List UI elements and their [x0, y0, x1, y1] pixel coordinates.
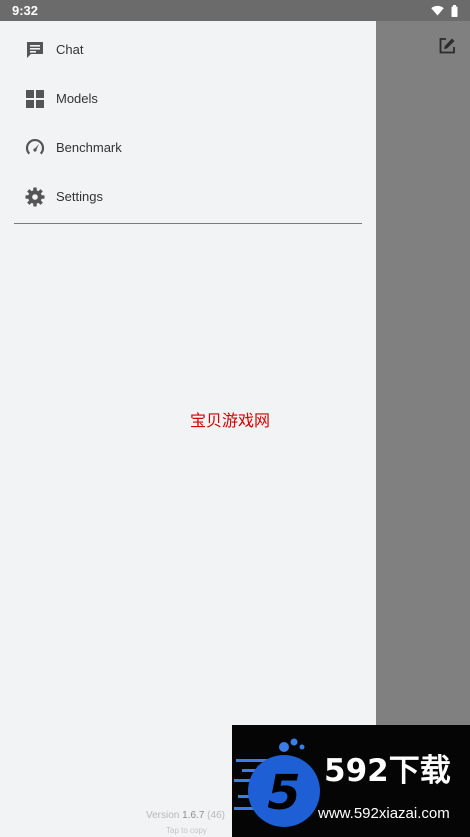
banner-title: 592下载	[324, 753, 451, 789]
banner-logo: 5	[234, 738, 320, 827]
banner-url: www.592xiazai.com	[318, 805, 450, 822]
nav-item-settings[interactable]: Settings	[0, 172, 376, 221]
edit-icon	[439, 38, 455, 54]
wifi-icon	[431, 5, 444, 16]
battery-icon	[451, 4, 458, 17]
speedometer-icon	[24, 137, 46, 159]
nav-item-label: Settings	[56, 189, 103, 204]
site-banner: 5 592下载 www.592xiazai.com	[232, 725, 470, 837]
nav-item-label: Chat	[56, 42, 84, 57]
nav-item-benchmark[interactable]: Benchmark	[0, 123, 376, 172]
nav-item-models[interactable]: Models	[0, 74, 376, 123]
new-chat-button[interactable]	[436, 35, 458, 57]
drawer-divider	[14, 223, 362, 224]
nav-item-chat[interactable]: Chat	[0, 25, 376, 74]
status-icons	[431, 4, 458, 17]
screen: 9:32 Chat Models Benchmark Settings 宝贝游戏…	[0, 0, 470, 837]
gear-icon	[24, 186, 46, 208]
navigation-drawer: Chat Models Benchmark Settings 宝贝游戏网 Ver…	[0, 21, 376, 837]
chat-icon	[24, 39, 46, 61]
grid-icon	[24, 88, 46, 110]
nav-item-label: Benchmark	[56, 140, 122, 155]
banner-logo-digit: 5	[267, 765, 300, 821]
version-number: 1.6.7	[182, 810, 205, 821]
tap-to-copy-hint: Tap to copy	[166, 826, 207, 835]
nav-item-label: Models	[56, 91, 98, 106]
version-build: (46)	[207, 810, 225, 821]
version-info[interactable]: Version 1.6.7 (46)	[146, 810, 225, 821]
status-time: 9:32	[12, 3, 39, 18]
status-bar: 9:32	[0, 0, 470, 21]
watermark-text: 宝贝游戏网	[190, 411, 271, 430]
version-prefix: Version	[146, 810, 180, 821]
